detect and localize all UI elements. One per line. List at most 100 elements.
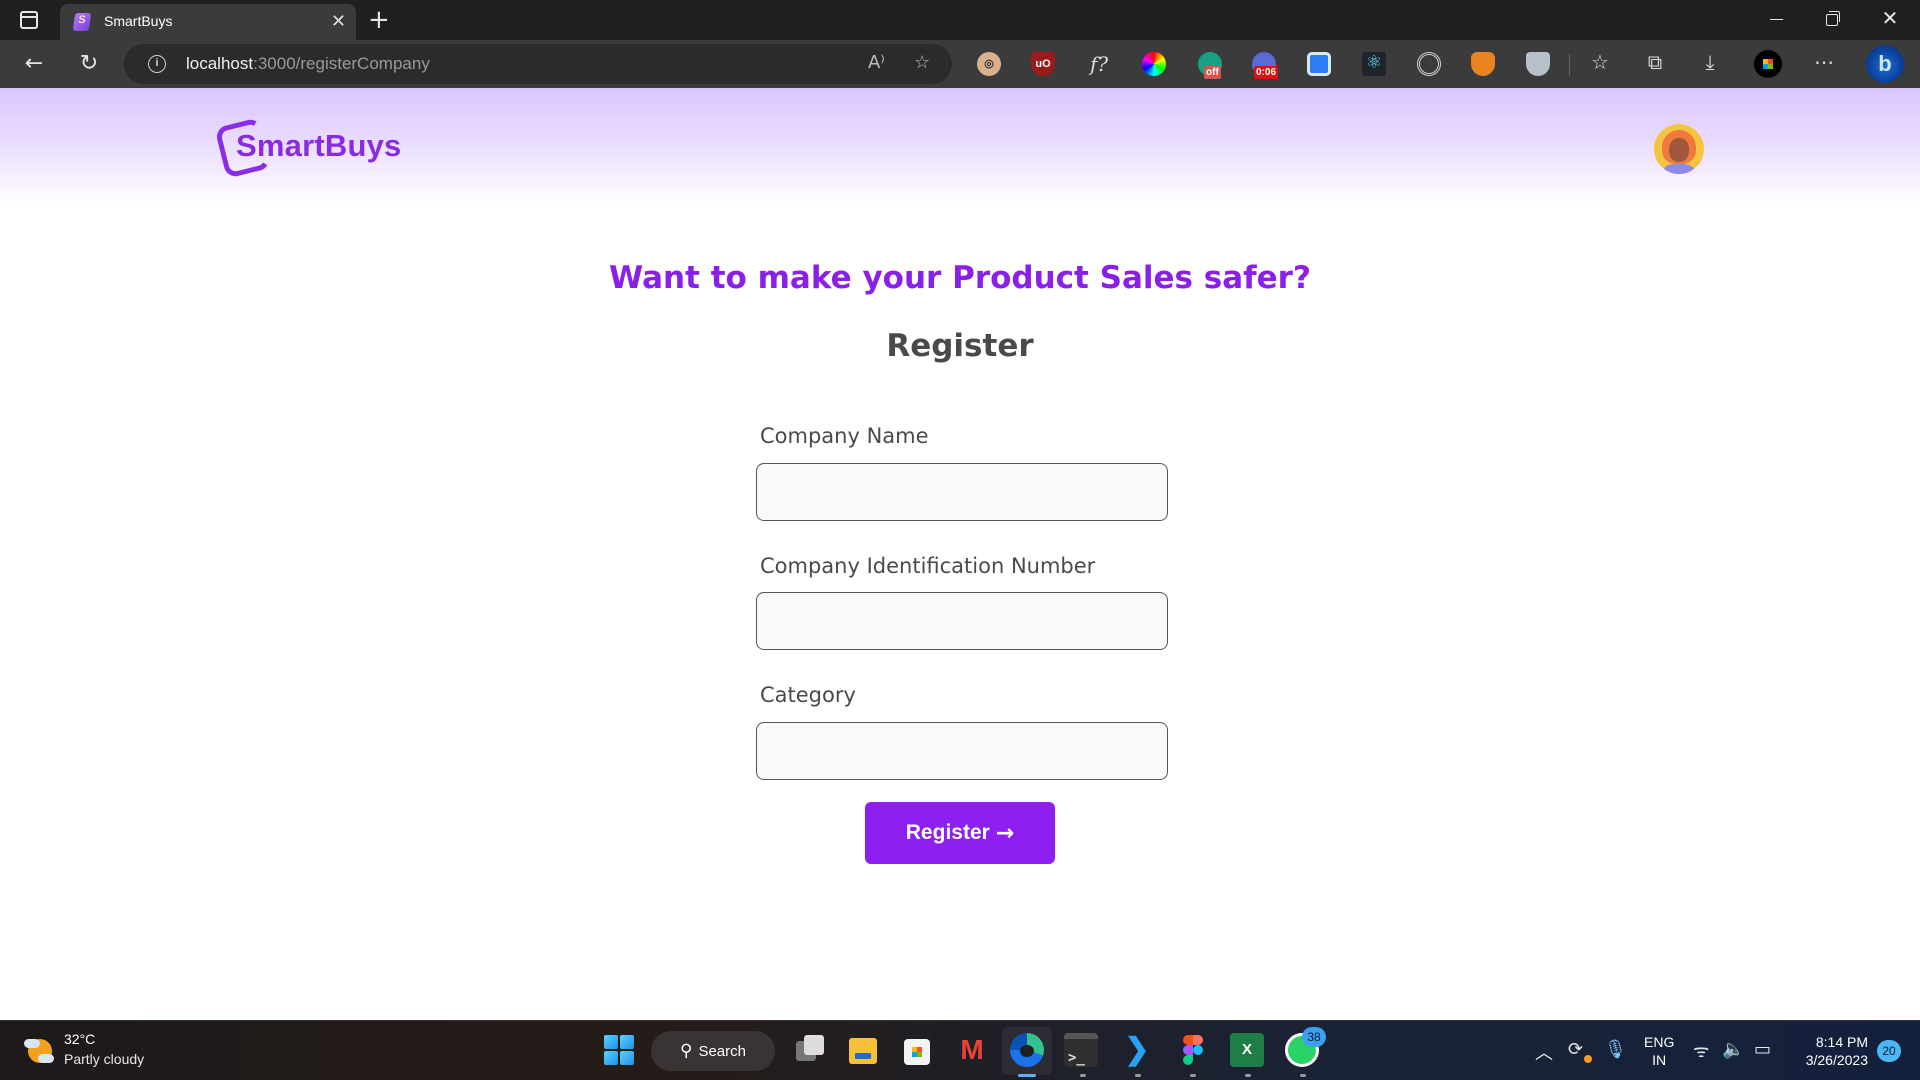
figma-shape bbox=[1183, 1045, 1193, 1055]
company-name-label: Company Name bbox=[760, 424, 929, 448]
search-label: Search bbox=[698, 1042, 746, 1060]
site-header: SmartBuys bbox=[0, 88, 1920, 208]
address-bar[interactable]: i localhost:3000/registerCompany A⁾ ☆ bbox=[124, 44, 952, 84]
tab-title: SmartBuys bbox=[104, 13, 173, 29]
bing-chat-icon[interactable]: b bbox=[1866, 45, 1904, 83]
browser-tab-bar: SmartBuys ✕ + ✕ bbox=[0, 0, 1920, 40]
page: SmartBuys Want to make your Product Sale… bbox=[0, 88, 1920, 1020]
running-indicator bbox=[1135, 1074, 1141, 1077]
register-button[interactable]: Register → bbox=[865, 802, 1055, 864]
sync-icon[interactable]: ⟳ bbox=[1568, 1039, 1583, 1060]
page-headline: Want to make your Product Sales safer? bbox=[609, 260, 1311, 296]
close-window-button[interactable]: ✕ bbox=[1862, 0, 1918, 40]
form-title: Register bbox=[886, 328, 1034, 364]
running-indicator bbox=[1080, 1074, 1086, 1077]
figma-shape bbox=[1183, 1055, 1193, 1065]
sync-status-dot bbox=[1584, 1055, 1592, 1063]
close-tab-icon[interactable]: ✕ bbox=[331, 11, 346, 32]
running-indicator bbox=[1300, 1074, 1306, 1077]
company-name-input[interactable] bbox=[756, 463, 1168, 521]
region-code: IN bbox=[1652, 1052, 1667, 1068]
restore-button[interactable] bbox=[1804, 0, 1860, 40]
running-indicator bbox=[1190, 1074, 1196, 1077]
notification-center-badge[interactable]: 20 bbox=[1877, 1040, 1901, 1062]
taskbar-search[interactable]: ⚲ Search bbox=[651, 1031, 775, 1071]
target-extension-icon[interactable] bbox=[1417, 52, 1441, 76]
browser-tab[interactable]: SmartBuys ✕ bbox=[60, 4, 356, 40]
clock-time: 8:14 PM bbox=[1815, 1034, 1868, 1050]
microsoft-store-icon[interactable] bbox=[900, 1033, 934, 1067]
screen-recorder-icon[interactable] bbox=[1307, 52, 1331, 76]
figma-shape bbox=[1193, 1035, 1203, 1045]
url-host: localhost bbox=[186, 54, 254, 73]
weather-description[interactable]: Partly cloudy bbox=[64, 1051, 144, 1067]
figma-shape bbox=[1193, 1045, 1203, 1055]
owl-extension-icon[interactable]: ◎ bbox=[977, 52, 1001, 76]
register-button-label: Register bbox=[905, 821, 990, 844]
back-button[interactable]: ← bbox=[18, 48, 50, 80]
figma-icon[interactable] bbox=[1176, 1033, 1210, 1067]
windows-start-icon[interactable] bbox=[602, 1033, 636, 1067]
grammarly-icon[interactable]: off bbox=[1198, 52, 1222, 79]
weather-cloud bbox=[38, 1054, 54, 1063]
site-info-icon[interactable]: i bbox=[148, 55, 166, 73]
color-picker-icon[interactable] bbox=[1142, 52, 1166, 76]
language-indicator[interactable]: ENG IN bbox=[1644, 1033, 1674, 1069]
running-indicator bbox=[1245, 1074, 1251, 1077]
grammarly-badge: off bbox=[1204, 66, 1221, 79]
company-id-input[interactable] bbox=[756, 592, 1168, 650]
arrow-right-icon: → bbox=[995, 820, 1015, 846]
clock[interactable]: 8:14 PM 3/26/2023 bbox=[1790, 1033, 1868, 1069]
weather-cloud bbox=[24, 1039, 40, 1048]
url-text[interactable]: localhost:3000/registerCompany bbox=[186, 54, 430, 74]
wifi-icon[interactable]: ᯤ bbox=[1693, 1039, 1709, 1063]
search-icon: ⚲ bbox=[680, 1041, 693, 1061]
clock-date: 3/26/2023 bbox=[1805, 1052, 1868, 1068]
task-view-icon[interactable] bbox=[792, 1033, 826, 1067]
microsoft-account-icon[interactable] bbox=[1754, 50, 1782, 78]
taskbar: 32°C Partly cloudy ⚲ Search M >_ ❯ X 38 … bbox=[0, 1020, 1920, 1080]
category-label: Category bbox=[760, 683, 856, 707]
user-avatar[interactable] bbox=[1654, 124, 1704, 174]
avatar-face bbox=[1669, 138, 1689, 162]
edge-browser-icon[interactable] bbox=[1010, 1033, 1044, 1067]
toolbar-separator bbox=[1569, 54, 1570, 76]
ublock-origin-icon[interactable]: uO bbox=[1031, 52, 1055, 76]
tab-actions-icon[interactable] bbox=[20, 11, 38, 29]
minimize-button[interactable] bbox=[1748, 0, 1804, 40]
whatfont-icon[interactable]: f? bbox=[1087, 52, 1111, 76]
avatar-shirt bbox=[1664, 164, 1694, 174]
metamask-icon[interactable] bbox=[1471, 52, 1495, 76]
add-favorite-icon[interactable]: ☆ bbox=[914, 52, 930, 73]
category-input[interactable] bbox=[756, 722, 1168, 780]
battery-icon[interactable]: ▭ bbox=[1754, 1039, 1771, 1060]
smartbuys-favicon-icon bbox=[72, 13, 92, 31]
react-devtools-icon[interactable]: ⚛ bbox=[1362, 52, 1386, 76]
language-code: ENG bbox=[1644, 1034, 1675, 1050]
shield-extension-icon[interactable] bbox=[1526, 52, 1550, 76]
new-tab-button[interactable]: + bbox=[368, 4, 390, 36]
smartbuys-logo[interactable]: SmartBuys bbox=[214, 117, 416, 179]
more-options-icon[interactable]: ⋯ bbox=[1810, 50, 1838, 74]
timer-badge: 0:06 bbox=[1254, 66, 1279, 79]
read-aloud-icon[interactable]: A⁾ bbox=[868, 52, 885, 73]
terminal-icon[interactable]: >_ bbox=[1064, 1033, 1098, 1067]
file-explorer-icon[interactable] bbox=[846, 1033, 880, 1067]
microphone-icon[interactable]: 🎙 bbox=[1604, 1039, 1627, 1060]
logo-text: SmartBuys bbox=[236, 128, 402, 163]
company-id-label: Company Identification Number bbox=[760, 554, 1096, 578]
timer-extension-icon[interactable]: 0:06 bbox=[1252, 52, 1279, 79]
weather-temperature[interactable]: 32°C bbox=[64, 1031, 95, 1047]
vscode-icon[interactable]: ❯ bbox=[1120, 1033, 1154, 1067]
excel-icon[interactable]: X bbox=[1230, 1033, 1264, 1067]
edge-active-indicator bbox=[1018, 1074, 1036, 1077]
downloads-icon[interactable]: ⤓ bbox=[1696, 50, 1724, 74]
collections-icon[interactable]: ⧉ bbox=[1641, 50, 1669, 74]
show-hidden-icons-chevron-icon[interactable]: ︿ bbox=[1535, 1039, 1553, 1065]
reload-button[interactable]: ↻ bbox=[73, 48, 105, 80]
weather-partly-cloudy-icon[interactable] bbox=[24, 1035, 54, 1065]
favorites-icon[interactable]: ☆ bbox=[1586, 50, 1614, 74]
volume-icon[interactable]: 🔈 bbox=[1722, 1039, 1744, 1060]
browser-toolbar: ← ↻ i localhost:3000/registerCompany A⁾ … bbox=[0, 40, 1920, 88]
gmail-icon[interactable]: M bbox=[955, 1033, 989, 1067]
